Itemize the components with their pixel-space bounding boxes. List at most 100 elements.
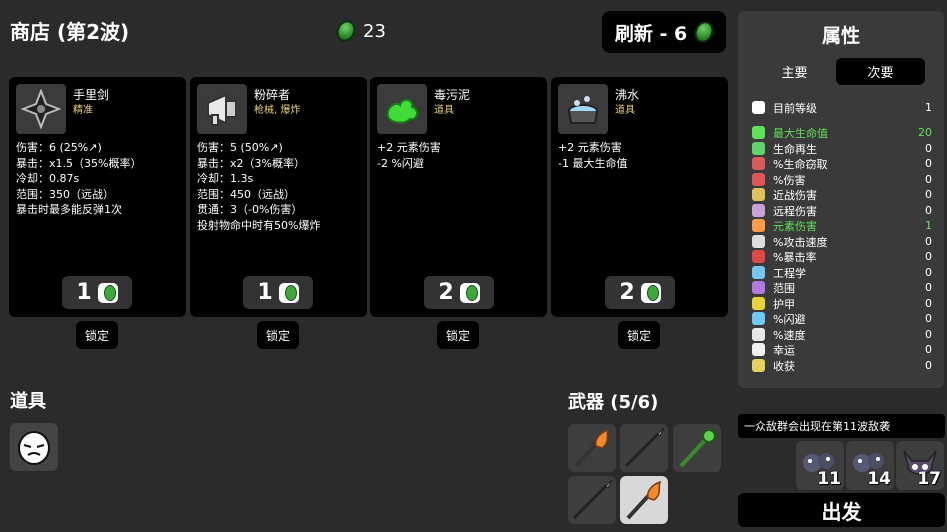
stat-line: 暴击：x1.5（35%概率）: [16, 156, 142, 170]
attribute-value: 0: [925, 250, 932, 263]
level-icon: [752, 101, 765, 114]
item-slot[interactable]: [10, 423, 58, 471]
item-stats: 伤害：6 (25%↗) 暴击：x1.5（35%概率） 冷却：0.87s 范围：3…: [16, 140, 141, 218]
attribute-value: 0: [925, 297, 932, 310]
lock-button[interactable]: 锁定: [437, 321, 479, 349]
stat-line: 暴击：x2（3%概率）: [197, 156, 305, 170]
buy-button[interactable]: 1: [62, 276, 132, 309]
lock-button[interactable]: 锁定: [618, 321, 660, 349]
melee-icon: [752, 188, 765, 201]
attribute-row: 范围 0: [752, 280, 932, 295]
tab-primary[interactable]: 主要: [750, 58, 839, 85]
attribute-value: 1: [925, 101, 932, 114]
attribute-row: 生命再生 0: [752, 141, 932, 156]
elemental-icon: [752, 219, 765, 232]
buy-button[interactable]: 2: [424, 276, 494, 309]
stat-line: -2 %闪避: [377, 156, 424, 170]
spear-icon: [624, 427, 665, 468]
shuriken-icon: [16, 84, 66, 134]
weapon-slot[interactable]: [620, 424, 668, 472]
attribute-label: %速度: [773, 328, 806, 342]
range-icon: [752, 281, 765, 294]
price-value: 1: [76, 280, 92, 305]
attribute-row: %攻击速度 0: [752, 234, 932, 249]
attribute-row: 幸运 0: [752, 342, 932, 357]
weapon-slot[interactable]: [568, 424, 616, 472]
attribute-value: 1: [925, 219, 932, 232]
stat-line: 伤害：6 (25%↗): [16, 141, 102, 154]
attribute-row: 元素伤害 1: [752, 218, 932, 233]
reroll-button[interactable]: 刷新 - 6: [602, 11, 726, 53]
material-gem-icon: [333, 17, 359, 45]
page-title: 商店 (第2波): [10, 20, 130, 44]
price-value: 1: [257, 280, 273, 305]
attribute-row: %伤害 0: [752, 172, 932, 187]
weapon-slot[interactable]: [673, 424, 721, 472]
stat-line: -1 最大生命值: [558, 156, 628, 170]
lock-button[interactable]: 锁定: [257, 321, 299, 349]
reroll-label: 刷新 - 6: [614, 22, 688, 45]
attribute-row: %闪避 0: [752, 311, 932, 326]
shop-card[interactable]: 毒污泥 道具 +2 元素伤害 -2 %闪避 2: [370, 77, 547, 317]
weapon-slot[interactable]: [568, 476, 616, 524]
stat-line: +2 元素伤害: [558, 141, 622, 154]
stat-line: 冷却：0.87s: [16, 172, 80, 185]
wave-notice: 一众敌群会出现在第11波敌袭: [738, 414, 945, 438]
crit-icon: [752, 250, 765, 263]
stat-line: 投射物命中时有50%爆炸: [197, 218, 321, 232]
shop-card[interactable]: 沸水 道具 +2 元素伤害 -1 最大生命值 2: [551, 77, 728, 317]
engineering-icon: [752, 266, 765, 279]
buy-button[interactable]: 2: [605, 276, 675, 309]
coin-hand-icon: [278, 282, 299, 303]
stat-line: +2 元素伤害: [377, 141, 441, 154]
attribute-value: 0: [925, 281, 932, 294]
material-gem-icon: [691, 18, 717, 46]
stat-line: 范围：450（远战）: [197, 187, 295, 201]
item-stats: +2 元素伤害 -2 %闪避: [377, 140, 441, 171]
attribute-value: 0: [925, 204, 932, 217]
harvest-icon: [752, 359, 765, 372]
attribute-label: 最大生命值: [773, 126, 828, 140]
spear-icon: [572, 479, 613, 520]
stat-line: 伤害：5 (50%↗): [197, 141, 283, 154]
items-title: 道具: [10, 391, 46, 412]
attribute-label: 元素伤害: [773, 219, 817, 233]
stat-line: 冷却：1.3s: [197, 172, 254, 185]
attribute-value: 0: [925, 359, 932, 372]
shop-card[interactable]: 手里剑 精准 伤害：6 (25%↗) 暴击：x1.5（35%概率） 冷却：0.8…: [9, 77, 186, 317]
stat-line: 暴击时最多能反弹1次: [16, 203, 122, 216]
torch-icon: [626, 480, 662, 520]
attribute-label: 目前等级: [773, 101, 817, 115]
shop-card[interactable]: 粉碎者 枪械, 爆炸 伤害：5 (50%↗) 暴击：x2（3%概率） 冷却：1.…: [190, 77, 367, 317]
enemy-preview: 17: [896, 441, 944, 490]
go-button[interactable]: 出发: [738, 493, 945, 527]
stat-line: 贯通：3（-0%伤害）: [197, 203, 303, 216]
materials-count: 23: [363, 20, 386, 42]
attribute-row: 目前等级 1: [752, 100, 932, 115]
boiling-pot-icon: [558, 84, 608, 134]
attribute-label: %伤害: [773, 173, 806, 187]
green-staff-icon: [679, 429, 716, 468]
attribute-row: %速度 0: [752, 327, 932, 342]
attribute-value: 0: [925, 188, 932, 201]
weapon-slot-selected[interactable]: [620, 476, 668, 524]
attribute-label: %闪避: [773, 312, 806, 326]
attribute-label: %攻击速度: [773, 235, 828, 249]
enemy-preview: 14: [846, 441, 894, 490]
lock-button[interactable]: 锁定: [76, 321, 118, 349]
price-value: 2: [619, 280, 635, 305]
attribute-label: %暴击率: [773, 250, 817, 264]
item-stats: +2 元素伤害 -1 最大生命值: [558, 140, 627, 171]
item-tag: 精准: [73, 105, 93, 116]
attribute-row: 工程学 0: [752, 265, 932, 280]
attribute-label: 范围: [773, 281, 795, 295]
enemy-count: 11: [817, 469, 841, 489]
attribute-label: %生命窃取: [773, 157, 828, 171]
attribute-value: 0: [925, 266, 932, 279]
buy-button[interactable]: 1: [243, 276, 313, 309]
attribute-row: %暴击率 0: [752, 249, 932, 264]
tab-secondary[interactable]: 次要: [836, 58, 925, 85]
attribute-value: 0: [925, 157, 932, 170]
slime-icon: [377, 84, 427, 134]
coin-hand-icon: [97, 282, 118, 303]
